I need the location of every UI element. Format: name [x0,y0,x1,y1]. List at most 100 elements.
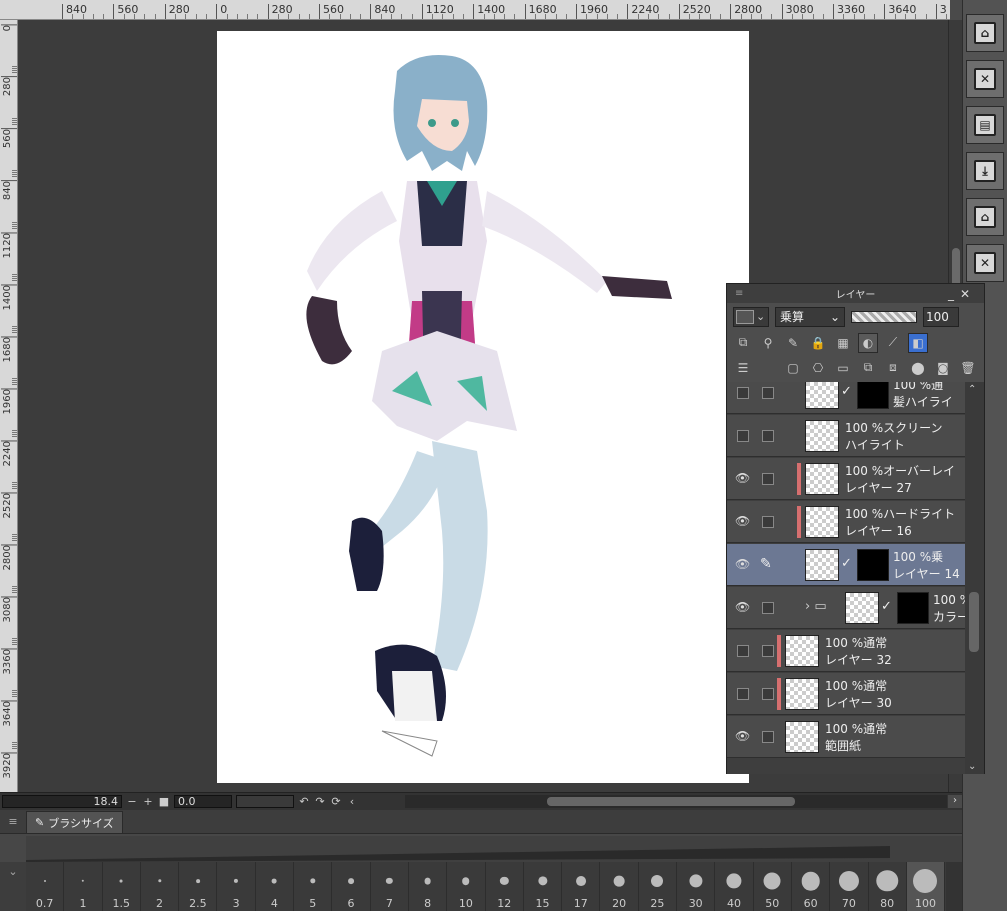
clip-to-layer-icon[interactable]: ⧉ [733,333,753,353]
lock-toggle[interactable] [762,688,774,700]
rotation-field[interactable]: 0.0 [174,795,232,808]
hscroll-thumb[interactable] [547,797,795,806]
reset-rotation-icon[interactable]: ⟳ [328,795,344,808]
brush-size-preset[interactable]: 6 [332,862,371,911]
eye-icon[interactable]: 👁 [735,514,753,528]
brush-size-preset[interactable]: 3 [217,862,256,911]
draft-layer-icon[interactable]: ✎ [783,333,803,353]
scroll-up-arrow[interactable]: ⌃ [968,384,976,395]
visibility-toggle[interactable] [737,645,749,657]
brush-size-preset[interactable]: 2.5 [179,862,218,911]
brush-size-preset[interactable]: 0.7 [26,862,65,911]
zoom-out-button[interactable]: − [124,795,140,808]
merge-layer-icon[interactable]: ⧈ [883,358,903,378]
layer-row[interactable]: 100 %通常 レイヤー 32 [727,630,965,672]
lock-toggle[interactable] [762,645,774,657]
dock-material-button[interactable]: ⌂ [966,198,1004,236]
layer-row[interactable]: ✓ 100 %通 髪ハイライ [727,382,965,414]
rotate-right-icon[interactable]: ↷ [312,795,328,808]
apply-mask-icon[interactable]: ⬤ [908,358,928,378]
lock-toggle[interactable] [762,516,774,528]
lock-icon[interactable]: 🔒 [808,333,828,353]
copy-layer-icon[interactable]: ⧉ [858,358,878,378]
ruler-icon[interactable]: ⟋ [883,333,903,353]
brush-size-preset[interactable]: 80 [869,862,907,911]
rotate-left-icon[interactable]: ↶ [296,795,312,808]
eye-icon[interactable]: 👁 [735,729,753,743]
panel-menu-icon[interactable]: ≡ [0,811,26,833]
dock-download-button[interactable]: ⤓ [966,152,1004,190]
delete-layer-icon[interactable]: 🗑 [958,358,978,378]
zoom-in-button[interactable]: + [140,795,156,808]
brush-size-preset[interactable]: 7 [371,862,409,911]
visibility-toggle[interactable] [737,688,749,700]
create-mask-icon[interactable]: ◙ [933,358,953,378]
brush-size-preset[interactable]: 10 [447,862,486,911]
panel-controls[interactable]: _✕ [948,287,976,301]
layer-menu-icon[interactable]: ≡ [735,288,743,299]
brush-size-preset[interactable]: 40 [715,862,754,911]
new-folder-icon[interactable]: ▭ [833,358,853,378]
brush-size-preset[interactable]: 2 [141,862,180,911]
brush-size-preset[interactable]: 60 [792,862,831,911]
dock-close-button[interactable]: ✕ [966,60,1004,98]
layer-row[interactable]: 100 %通常 レイヤー 30 [727,673,965,715]
drawing-canvas[interactable] [217,31,749,783]
visibility-toggle[interactable] [737,387,749,399]
layer-color-icon[interactable]: ◧ [908,332,928,353]
blend-mode-select[interactable]: 乗算 ⌄ [775,306,845,327]
brush-size-preset[interactable]: 12 [486,862,524,911]
scroll-right-arrow[interactable]: › [948,795,962,808]
eye-icon[interactable]: 👁 [735,557,753,571]
opacity-slider[interactable] [851,310,917,323]
layer-list-scrollbar[interactable]: ⌃ ⌄ [965,382,984,774]
brush-size-preset[interactable]: 25 [639,862,678,911]
lock-toggle[interactable] [762,602,774,614]
layer-row[interactable]: 👁 100 %ハードライト レイヤー 16 [727,501,965,543]
brush-size-tab[interactable]: ✎ ブラシサイズ [26,811,123,833]
folder-expand-icon[interactable]: › ▭ [805,599,827,614]
lock-transparency-icon[interactable]: ▦ [833,333,853,353]
brush-size-preset[interactable]: 17 [562,862,601,911]
layer-row[interactable]: 👁 100 %通常 範囲紙 [727,716,965,758]
dock-close-button-2[interactable]: ✕ [966,244,1004,282]
brush-size-preset[interactable]: 4 [256,862,295,911]
mask-enable-icon[interactable]: ◐ [858,332,878,353]
layer-row[interactable]: 👁 ✎ ✓ 100 %乗 レイヤー 14 [727,544,965,586]
brush-size-preset[interactable]: 20 [600,862,639,911]
visibility-toggle[interactable] [737,430,749,442]
opacity-field[interactable]: 100 [923,306,959,327]
brush-panel-scrollbar[interactable] [946,862,962,911]
brush-size-preset[interactable]: 1.5 [103,862,141,911]
eye-icon[interactable]: 👁 [735,600,753,614]
rotation-slider[interactable] [236,795,294,808]
eye-icon[interactable]: 👁 [735,471,753,485]
layer-list-icon[interactable]: ☰ [733,358,753,378]
brush-size-preset[interactable]: 100 [906,862,946,911]
layer-color-select[interactable]: ⌄ [733,306,769,327]
layer-row[interactable]: 👁 › ▭ ✓ 100 %通カラー [727,587,965,629]
layer-list[interactable]: ✓ 100 %通 髪ハイライ 100 %スクリーン ハイライト 👁 100 %オーバーレイレ… [727,382,965,774]
lock-toggle[interactable] [762,387,774,399]
lock-toggle[interactable] [762,473,774,485]
brush-size-preset[interactable]: 8 [409,862,448,911]
dock-navigator-button[interactable]: ▤ [966,106,1004,144]
lock-toggle[interactable] [762,430,774,442]
layer-row[interactable]: 100 %スクリーン ハイライト [727,415,965,457]
dock-layer-property-button[interactable]: ⌂ [966,14,1004,52]
layer-scroll-thumb[interactable] [969,592,979,652]
brush-size-preset[interactable]: 50 [754,862,792,911]
reference-layer-icon[interactable]: ⚲ [758,333,778,353]
new-raster-layer-icon[interactable]: ▢ [783,358,803,378]
lock-toggle[interactable] [762,731,774,743]
brush-panel-collapse-icon[interactable]: ⌄ [0,862,26,911]
scroll-down-arrow[interactable]: ⌄ [968,761,976,772]
reset-button[interactable]: ■ [156,795,172,808]
brush-size-preset[interactable]: 30 [677,862,716,911]
canvas-horizontal-scrollbar[interactable] [405,795,947,808]
new-vector-layer-icon[interactable]: ⎔ [808,358,828,378]
brush-size-preset[interactable]: 70 [830,862,869,911]
brush-size-preset[interactable]: 1 [64,862,103,911]
layer-row[interactable]: 👁 100 %オーバーレイ レイヤー 27 [727,458,965,500]
zoom-field[interactable]: 18.4 [2,795,122,808]
